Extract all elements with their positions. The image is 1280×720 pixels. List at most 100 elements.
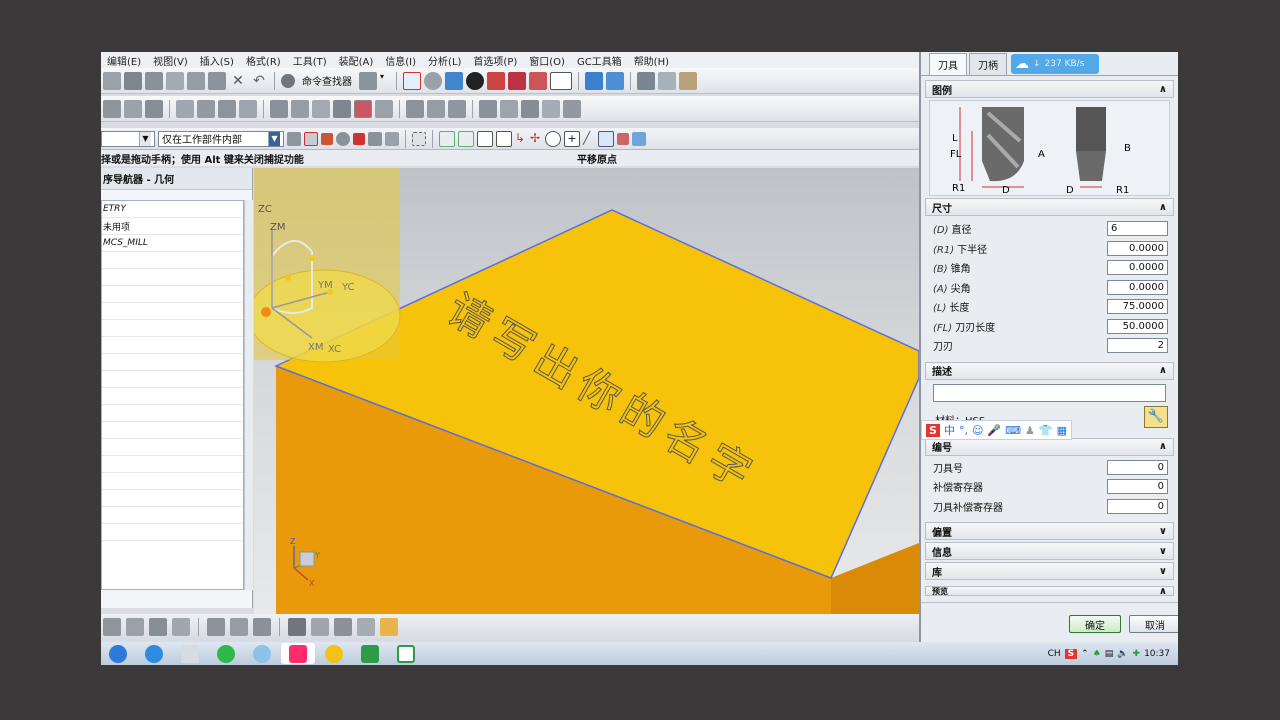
ipw-icon[interactable] <box>288 618 306 636</box>
collision-check-icon[interactable] <box>230 618 248 636</box>
list-item[interactable] <box>102 507 243 524</box>
export-icon[interactable] <box>380 618 398 636</box>
section-legend[interactable]: 图例 ∧ <box>925 80 1174 98</box>
ok-button[interactable]: 确定 <box>1069 615 1121 633</box>
language-indicator[interactable]: CH <box>1048 649 1061 659</box>
tool-number-input[interactable]: 0 <box>1107 459 1168 475</box>
feeds-icon[interactable] <box>500 99 518 118</box>
emoji-icon[interactable]: ☺ <box>972 424 983 437</box>
point-on-curve-icon[interactable]: ╱ <box>583 131 595 147</box>
list-item[interactable] <box>102 371 243 388</box>
postprocess-icon[interactable] <box>375 99 393 118</box>
cutcom-register-input[interactable]: 0 <box>1107 498 1168 514</box>
type-filter[interactable]: ▼ <box>101 130 155 147</box>
machine-tool-icon[interactable] <box>197 99 215 118</box>
taskbar-app-c2[interactable] <box>389 643 423 664</box>
menu-insert[interactable]: 插入(S) <box>194 53 240 68</box>
select-all-icon[interactable] <box>304 131 318 146</box>
gouge-check-icon[interactable] <box>207 618 225 636</box>
section-preview[interactable]: 预览 ∧ <box>925 586 1174 596</box>
move-icon[interactable] <box>606 71 624 90</box>
list-item[interactable]: MCS_MILL <box>102 235 243 252</box>
taskbar-photos[interactable] <box>245 643 279 664</box>
list-icon[interactable] <box>333 99 351 118</box>
user-icon[interactable]: ♟ <box>1025 424 1035 437</box>
taskbar-calculator[interactable] <box>173 643 207 664</box>
generate-icon[interactable] <box>270 99 288 118</box>
replay-icon[interactable] <box>291 99 309 118</box>
vertical-scrollbar[interactable] <box>244 200 253 590</box>
menu-edit[interactable]: 编辑(E) <box>101 53 147 68</box>
list-item[interactable] <box>102 439 243 456</box>
existing-point-icon[interactable]: + <box>564 130 580 147</box>
skin-icon[interactable]: 👕 <box>1039 424 1053 437</box>
tab-tool[interactable]: 刀具 <box>929 53 967 75</box>
bounded-point-icon[interactable] <box>617 132 629 145</box>
drill-icon[interactable] <box>172 618 190 636</box>
endpoint-icon[interactable] <box>458 130 474 147</box>
start-button[interactable] <box>101 643 135 664</box>
scope-filter[interactable]: 仅在工作部件内部 ▼ <box>158 130 284 147</box>
cube-icon[interactable] <box>632 131 646 146</box>
list-item[interactable]: ETRY <box>102 201 243 218</box>
tray-shield-icon[interactable]: ✚ <box>1133 649 1141 659</box>
menu-info[interactable]: 信息(I) <box>379 53 422 68</box>
toolbox-icon[interactable]: ▦ <box>1057 424 1067 437</box>
show-icon[interactable] <box>508 71 526 90</box>
rect-select-icon[interactable] <box>412 131 426 146</box>
layout-icon[interactable] <box>359 71 377 90</box>
list-item[interactable] <box>102 337 243 354</box>
undo-icon[interactable]: ↶ <box>250 72 268 90</box>
simulate-icon[interactable] <box>354 99 372 118</box>
section-library[interactable]: 库 ∨ <box>925 562 1174 580</box>
tool-check-icon[interactable] <box>253 618 271 636</box>
menu-preferences[interactable]: 首选项(P) <box>467 53 523 68</box>
mill-icon[interactable] <box>149 618 167 636</box>
copy-icon[interactable] <box>187 71 205 90</box>
menu-window[interactable]: 窗口(O) <box>523 53 571 68</box>
flute-length-input[interactable]: 50.0000 <box>1107 318 1168 334</box>
length-input[interactable]: 75.0000 <box>1107 299 1168 315</box>
dropdown-icon[interactable]: ▾ <box>380 72 390 90</box>
list-item[interactable] <box>102 473 243 490</box>
tab-holder[interactable]: 刀柄 <box>969 53 1007 75</box>
list-item[interactable] <box>102 422 243 439</box>
layer-icon[interactable] <box>637 71 655 90</box>
create-geometry-icon[interactable] <box>145 99 163 118</box>
taper-angle-input[interactable]: 0.0000 <box>1107 260 1168 276</box>
list-item[interactable] <box>102 269 243 286</box>
midpoint-icon[interactable] <box>477 130 493 147</box>
keyboard-icon[interactable]: ⌨ <box>1005 424 1021 437</box>
snap-icon[interactable] <box>321 132 333 145</box>
section-description[interactable]: 描述 ∧ <box>925 361 1174 380</box>
lower-radius-input[interactable]: 0.0000 <box>1107 240 1168 256</box>
delete-icon[interactable]: ✕ <box>229 72 247 90</box>
menu-view[interactable]: 视图(V) <box>147 53 194 68</box>
render-style-icon[interactable] <box>466 71 484 90</box>
save-icon[interactable] <box>124 71 142 90</box>
transform-icon[interactable] <box>585 71 603 90</box>
control-point-icon[interactable] <box>496 130 512 147</box>
menu-analysis[interactable]: 分析(L) <box>422 53 467 68</box>
taskbar-security[interactable] <box>317 643 351 664</box>
list-item[interactable] <box>102 524 243 541</box>
taskbar-app-c1[interactable] <box>353 643 387 664</box>
adjust-register-input[interactable]: 0 <box>1107 479 1168 495</box>
print-icon[interactable] <box>145 71 163 90</box>
microphone-icon[interactable]: 🎤 <box>987 424 1001 437</box>
section-offset[interactable]: 偏置 ∨ <box>925 522 1174 540</box>
list-item[interactable] <box>102 490 243 507</box>
fit-view-icon[interactable] <box>403 71 421 90</box>
edit-object-icon[interactable] <box>406 99 424 118</box>
color-box-icon[interactable] <box>550 71 572 90</box>
list-item[interactable] <box>102 303 243 320</box>
taskbar-ie[interactable] <box>137 643 171 664</box>
snap-point-icon[interactable] <box>439 130 455 147</box>
geometry-view-icon[interactable] <box>218 99 236 118</box>
taskbar-browser[interactable] <box>209 643 243 664</box>
command-finder-icon[interactable] <box>281 73 295 88</box>
taskbar-nx[interactable] <box>281 643 315 664</box>
flutes-input[interactable]: 2 <box>1107 338 1168 354</box>
punctuation-icon[interactable]: °, <box>959 424 968 437</box>
point-on-face-icon[interactable] <box>598 130 614 147</box>
